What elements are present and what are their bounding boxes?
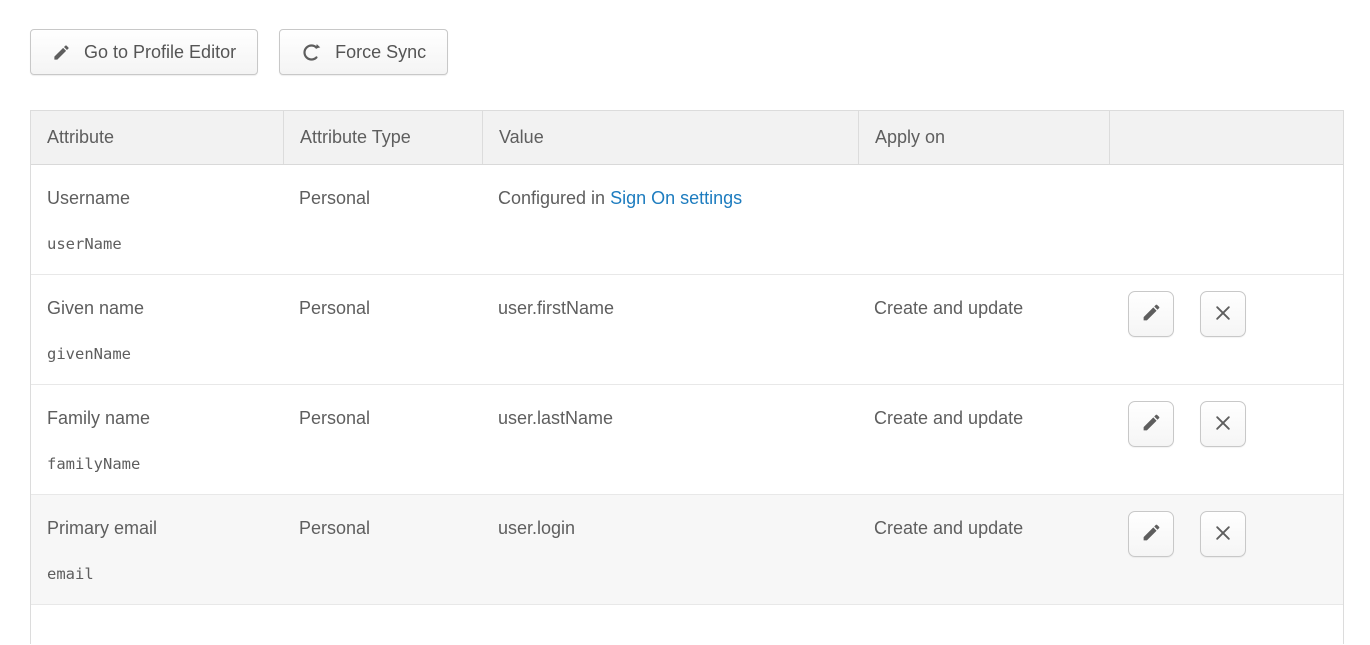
column-header-value: Value <box>482 111 858 164</box>
apply-on-cell: Create and update <box>858 275 1109 384</box>
edit-attribute-button[interactable] <box>1128 401 1174 447</box>
attribute-type-cell: Personal <box>283 275 482 384</box>
table-row: Family name familyName Personal user.las… <box>31 385 1343 495</box>
attribute-label: Family name <box>47 407 267 429</box>
force-sync-label: Force Sync <box>335 42 426 63</box>
attribute-cell: Primary email email <box>31 495 283 604</box>
attribute-variable-name: givenName <box>47 343 267 365</box>
refresh-icon <box>301 42 322 63</box>
pencil-icon <box>1141 412 1162 436</box>
table-row: Primary email email Personal user.login … <box>31 495 1343 605</box>
close-icon <box>1213 413 1233 436</box>
actions-cell <box>1109 275 1343 384</box>
apply-on-cell: Create and update <box>858 495 1109 604</box>
attribute-type-cell: Personal <box>283 385 482 494</box>
value-cell: user.lastName <box>482 385 858 494</box>
value-cell: user.login <box>482 495 858 604</box>
edit-attribute-button[interactable] <box>1128 291 1174 337</box>
attribute-mapping-table: Attribute Attribute Type Value Apply on … <box>30 110 1344 644</box>
value-prefix-text: Configured in <box>498 188 605 208</box>
apply-on-cell: Create and update <box>858 385 1109 494</box>
table-row: Given name givenName Personal user.first… <box>31 275 1343 385</box>
delete-attribute-button[interactable] <box>1200 291 1246 337</box>
column-header-attribute-type: Attribute Type <box>283 111 482 164</box>
attribute-label: Primary email <box>47 517 267 539</box>
attribute-variable-name: userName <box>47 233 267 255</box>
attribute-cell: Family name familyName <box>31 385 283 494</box>
actions-cell <box>1109 385 1343 494</box>
attribute-label: Username <box>47 187 267 209</box>
edit-attribute-button[interactable] <box>1128 511 1174 557</box>
column-header-actions <box>1109 111 1343 164</box>
sign-on-settings-link[interactable]: Sign On settings <box>610 188 742 208</box>
actions-cell <box>1109 165 1343 274</box>
pencil-icon <box>52 43 71 62</box>
close-icon <box>1213 523 1233 546</box>
column-header-attribute: Attribute <box>31 111 283 164</box>
close-icon <box>1213 303 1233 326</box>
table-header-row: Attribute Attribute Type Value Apply on <box>31 111 1343 165</box>
column-header-apply-on: Apply on <box>858 111 1109 164</box>
value-cell: user.firstName <box>482 275 858 384</box>
pencil-icon <box>1141 302 1162 326</box>
attribute-variable-name: email <box>47 563 267 585</box>
attribute-type-cell: Personal <box>283 165 482 274</box>
toolbar: Go to Profile Editor Force Sync <box>30 29 448 75</box>
attribute-type-cell: Personal <box>283 495 482 604</box>
pencil-icon <box>1141 522 1162 546</box>
value-cell: Configured inSign On settings <box>482 165 858 274</box>
delete-attribute-button[interactable] <box>1200 511 1246 557</box>
table-row <box>31 605 1343 645</box>
attribute-label: Given name <box>47 297 267 319</box>
go-to-profile-editor-label: Go to Profile Editor <box>84 42 236 63</box>
go-to-profile-editor-button[interactable]: Go to Profile Editor <box>30 29 258 75</box>
attribute-variable-name: familyName <box>47 453 267 475</box>
attribute-cell: Username userName <box>31 165 283 274</box>
table-row: Username userName Personal Configured in… <box>31 165 1343 275</box>
actions-cell <box>1109 495 1343 604</box>
attribute-cell: Given name givenName <box>31 275 283 384</box>
force-sync-button[interactable]: Force Sync <box>279 29 448 75</box>
delete-attribute-button[interactable] <box>1200 401 1246 447</box>
apply-on-cell <box>858 165 1109 274</box>
